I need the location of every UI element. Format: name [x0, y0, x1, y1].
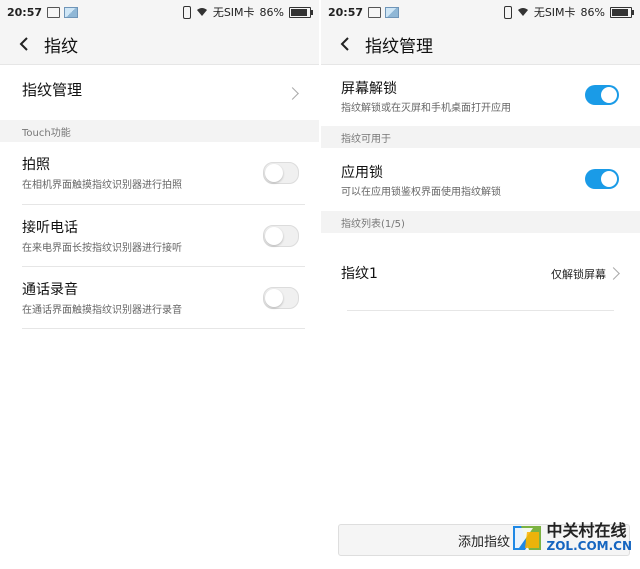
chevron-left-icon: [19, 37, 28, 51]
setting-title: 拍照: [22, 157, 50, 173]
setting-subtitle: 在通话界面触摸指纹识别器进行录音: [22, 305, 182, 316]
setting-subtitle: 在相机界面触摸指纹识别器进行拍照: [22, 180, 182, 191]
setting-subtitle: 可以在应用锁鉴权界面使用指纹解锁: [341, 187, 501, 198]
image-notification-icon: [385, 6, 400, 18]
setting-title: 应用锁: [341, 165, 383, 181]
camera-toggle[interactable]: [263, 162, 299, 184]
chevron-right-icon: [607, 267, 620, 280]
watermark-cn: 中关村在线: [546, 521, 627, 541]
screenshot-notification-icon: [47, 6, 61, 18]
vibrate-icon: [182, 5, 191, 19]
setting-camera-row[interactable]: 拍照 在相机界面触摸指纹识别器进行拍照: [0, 142, 319, 205]
carrier-label: 无SIM卡: [533, 6, 576, 19]
battery-icon: [610, 6, 634, 18]
app-lock-row[interactable]: 应用锁 可以在应用锁鉴权界面使用指纹解锁: [321, 148, 640, 211]
manage-label: 指纹管理: [22, 81, 83, 99]
chevron-left-icon: [340, 37, 349, 51]
screen-unlock-toggle[interactable]: [585, 85, 619, 105]
section-usable-for: 指纹可用于: [321, 126, 640, 148]
setting-answer-call-row[interactable]: 接听电话 在来电界面长按指纹识别器进行接听: [0, 205, 319, 267]
wifi-icon: [517, 8, 528, 16]
fingerprint-usage-value: 仅解锁屏幕: [551, 268, 606, 281]
section-fingerprint-list: 指纹列表(1/5): [321, 211, 640, 233]
right-screen: 20:57 无SIM卡 86% 指纹管理 屏幕解锁 指纹解锁或在灭屏和手机桌面打…: [321, 0, 640, 569]
status-time: 20:57: [7, 5, 43, 19]
answer-call-toggle[interactable]: [263, 225, 299, 247]
screenshot-notification-icon: [368, 6, 382, 18]
fingerprint-name: 指纹1: [341, 266, 378, 282]
watermark-en: ZOL.COM.CN: [546, 539, 632, 554]
status-time: 20:57: [328, 5, 364, 19]
page-title: 指纹: [44, 36, 78, 57]
header-bar: 指纹管理: [321, 24, 640, 64]
app-lock-toggle[interactable]: [585, 169, 619, 189]
wifi-icon: [196, 8, 207, 16]
screen-unlock-row[interactable]: 屏幕解锁 指纹解锁或在灭屏和手机桌面打开应用: [321, 65, 640, 126]
setting-call-record-row[interactable]: 通话录音 在通话界面触摸指纹识别器进行录音: [0, 267, 319, 329]
image-notification-icon: [64, 6, 79, 18]
status-bar: 20:57 无SIM卡 86%: [0, 0, 319, 24]
vibrate-icon: [503, 5, 512, 19]
back-button[interactable]: [16, 36, 32, 52]
setting-title: 通话录音: [22, 282, 78, 298]
fingerprint-item-row[interactable]: 指纹1 仅解锁屏幕: [321, 233, 640, 311]
setting-title: 屏幕解锁: [341, 81, 397, 97]
left-screen: 20:57 无SIM卡 86% 指纹 指纹管理 Touch功能 拍照 在相机界面…: [0, 0, 319, 569]
call-record-toggle[interactable]: [263, 287, 299, 309]
zol-watermark: 中关村在线 ZOL.COM.CN: [511, 522, 632, 554]
setting-subtitle: 指纹解锁或在灭屏和手机桌面打开应用: [341, 103, 511, 114]
section-touch: Touch功能: [0, 120, 319, 142]
chevron-right-icon: [286, 87, 299, 100]
battery-percent: 86%: [259, 5, 284, 19]
setting-title: 接听电话: [22, 220, 78, 236]
status-bar: 20:57 无SIM卡 86%: [321, 0, 640, 24]
setting-subtitle: 在来电界面长按指纹识别器进行接听: [22, 243, 182, 254]
header-bar: 指纹: [0, 24, 319, 64]
back-button[interactable]: [337, 36, 353, 52]
page-title: 指纹管理: [365, 36, 433, 57]
add-fingerprint-label: 添加指纹: [457, 534, 510, 550]
carrier-label: 无SIM卡: [212, 6, 255, 19]
zol-logo-icon: [512, 526, 541, 550]
battery-icon: [289, 6, 313, 18]
battery-percent: 86%: [580, 5, 605, 19]
fingerprint-manage-row[interactable]: 指纹管理: [0, 65, 319, 120]
